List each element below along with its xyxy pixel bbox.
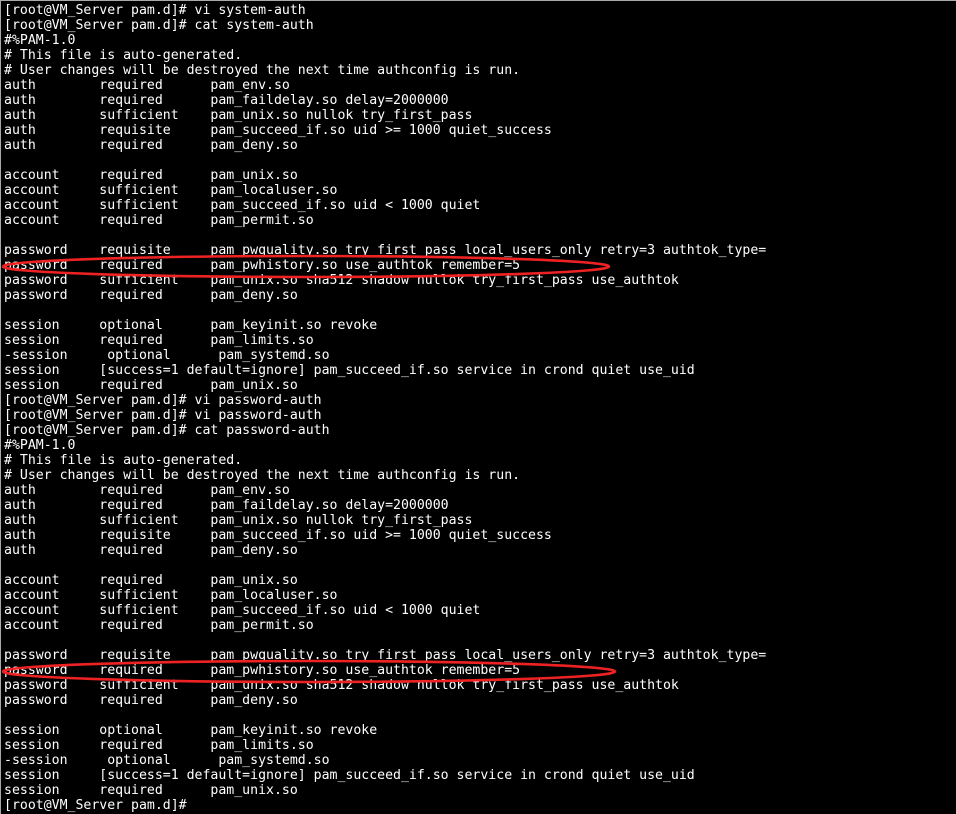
terminal-line: session required pam_unix.so <box>4 378 298 393</box>
terminal-line: session [success=1 default=ignore] pam_s… <box>4 768 695 783</box>
terminal-line: auth required pam_faildelay.so delay=200… <box>4 498 449 513</box>
terminal-line: password required pam_deny.so <box>4 288 298 303</box>
terminal-line: auth sufficient pam_unix.so nullok try_f… <box>4 513 473 528</box>
terminal-line: session [success=1 default=ignore] pam_s… <box>4 363 695 378</box>
terminal-line: password required pam_pwhistory.so use_a… <box>4 258 521 273</box>
terminal-line: -session optional pam_systemd.so <box>4 348 330 363</box>
terminal-line: account required pam_permit.so <box>4 213 314 228</box>
terminal-line: account sufficient pam_succeed_if.so uid… <box>4 198 481 213</box>
terminal-line: [root@VM_Server pam.d]# cat password-aut… <box>4 423 330 438</box>
terminal-line: session optional pam_keyinit.so revoke <box>4 318 378 333</box>
terminal-line: -session optional pam_systemd.so <box>4 753 330 768</box>
terminal-line: # This file is auto-generated. <box>4 453 243 468</box>
terminal-line: account sufficient pam_localuser.so <box>4 588 338 603</box>
terminal-line: session required pam_limits.so <box>4 738 314 753</box>
terminal-line: auth required pam_deny.so <box>4 543 298 558</box>
terminal-line: account required pam_permit.so <box>4 618 314 633</box>
terminal-line: session required pam_unix.so <box>4 783 298 798</box>
terminal-line: account required pam_unix.so <box>4 168 298 183</box>
terminal-line: account required pam_unix.so <box>4 573 298 588</box>
terminal-line: auth sufficient pam_unix.so nullok try_f… <box>4 108 473 123</box>
terminal-line: auth required pam_faildelay.so delay=200… <box>4 93 449 108</box>
terminal-window[interactable]: [root@VM_Server pam.d]# vi system-auth [r… <box>0 0 956 814</box>
terminal-output[interactable]: [root@VM_Server pam.d]# vi system-auth [r… <box>1 1 956 813</box>
terminal-line: auth required pam_env.so <box>4 78 290 93</box>
terminal-line: auth requisite pam_succeed_if.so uid >= … <box>4 528 552 543</box>
terminal-line: password sufficient pam_unix.so sha512 s… <box>4 678 679 693</box>
terminal-line: [root@VM_Server pam.d]# <box>4 798 187 813</box>
terminal-line: [root@VM_Server pam.d]# vi password-auth <box>4 408 322 423</box>
terminal-line: # User changes will be destroyed the nex… <box>4 63 521 78</box>
terminal-line: # User changes will be destroyed the nex… <box>4 468 521 483</box>
terminal-line: password requisite pam_pwquality.so try_… <box>4 243 767 258</box>
terminal-line: password sufficient pam_unix.so sha512 s… <box>4 273 679 288</box>
terminal-line: password required pam_pwhistory.so use_a… <box>4 663 521 678</box>
terminal-line: #%PAM-1.0 <box>4 438 76 453</box>
terminal-line: session required pam_limits.so <box>4 333 314 348</box>
terminal-line: # This file is auto-generated. <box>4 48 243 63</box>
terminal-line: auth requisite pam_succeed_if.so uid >= … <box>4 123 552 138</box>
terminal-line: auth required pam_deny.so <box>4 138 298 153</box>
terminal-line: password required pam_deny.so <box>4 693 298 708</box>
terminal-line: auth required pam_env.so <box>4 483 290 498</box>
terminal-line: session optional pam_keyinit.so revoke <box>4 723 378 738</box>
terminal-line: [root@VM_Server pam.d]# vi system-auth <box>4 3 306 18</box>
terminal-line: account sufficient pam_localuser.so <box>4 183 338 198</box>
terminal-line: [root@VM_Server pam.d]# cat system-auth <box>4 18 314 33</box>
terminal-line: [root@VM_Server pam.d]# vi password-auth <box>4 393 322 408</box>
terminal-line: password requisite pam_pwquality.so try_… <box>4 648 767 663</box>
terminal-line: account sufficient pam_succeed_if.so uid… <box>4 603 481 618</box>
terminal-line: #%PAM-1.0 <box>4 33 76 48</box>
